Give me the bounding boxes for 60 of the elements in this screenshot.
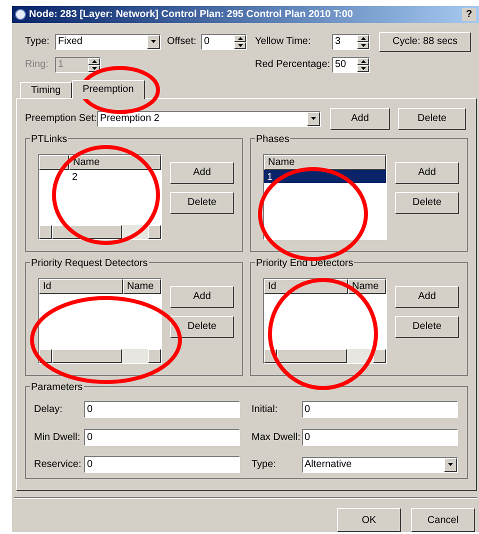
text-field[interactable]: 0 <box>302 428 458 446</box>
dropdown[interactable]: Preemption 2 <box>97 110 321 127</box>
button[interactable]: Add <box>330 108 390 130</box>
help-button[interactable]: ? <box>462 8 476 21</box>
column-header[interactable]: Name <box>348 278 386 294</box>
field-label: Type: <box>25 35 50 50</box>
column-header[interactable]: Name <box>69 154 161 170</box>
spinner-field[interactable]: 50 <box>332 56 370 73</box>
field-label: Ring: <box>25 58 50 72</box>
list-view[interactable]: Name 2 <box>38 154 162 240</box>
button[interactable]: Add <box>170 286 234 308</box>
field-label: Min Dwell: <box>34 430 82 444</box>
button[interactable]: Add <box>170 162 234 184</box>
dropdown[interactable]: Alternative <box>302 456 458 473</box>
column-header[interactable] <box>39 154 69 170</box>
horizontal-scrollbar[interactable] <box>264 348 386 363</box>
tab[interactable]: Preemption <box>72 80 145 99</box>
list-view[interactable]: Id Name <box>38 278 162 364</box>
button[interactable]: Cycle: 88 secs <box>379 32 471 52</box>
spinner-field[interactable]: 3 <box>332 34 370 50</box>
spinner-field[interactable]: 0 <box>201 34 247 50</box>
dropdown[interactable]: Fixed <box>55 34 161 50</box>
field-label: Offset: <box>167 35 198 50</box>
text-field[interactable]: 0 <box>84 456 240 474</box>
button[interactable]: Delete <box>395 192 459 214</box>
list-view[interactable]: Id Name <box>263 278 387 364</box>
field-label: Initial: <box>252 402 279 417</box>
text-field[interactable]: 0 <box>84 400 240 418</box>
button[interactable]: Add <box>395 286 459 308</box>
list-view[interactable]: Name 1 <box>263 154 387 240</box>
button[interactable]: Delete <box>395 316 459 338</box>
button[interactable]: Delete <box>398 108 466 130</box>
field-label: Reservice: <box>34 458 82 472</box>
field-label: Max Dwell: <box>252 430 302 444</box>
horizontal-scrollbar[interactable] <box>39 348 161 363</box>
spinner-field: 1 <box>55 56 101 73</box>
app-icon <box>15 8 26 20</box>
button[interactable]: Delete <box>170 192 234 214</box>
column-header[interactable]: Id <box>39 278 123 294</box>
field-label: Preemption Set: <box>25 112 97 126</box>
text-field[interactable]: 0 <box>302 400 458 418</box>
button[interactable]: Add <box>395 162 459 184</box>
tab[interactable]: Timing <box>20 82 72 98</box>
column-header[interactable]: Name <box>123 278 161 294</box>
text-field[interactable]: 0 <box>84 428 240 446</box>
field-label: Type: <box>252 458 277 472</box>
field-label: Yellow Time: <box>255 35 312 50</box>
spinner-arrows-icon[interactable] <box>357 58 369 72</box>
button[interactable]: OK <box>337 508 401 532</box>
field-label: Red Percentage: <box>255 58 332 72</box>
button[interactable]: Cancel <box>411 508 475 532</box>
spinner-arrows-icon[interactable] <box>234 34 246 49</box>
group-title: Priority Request Detectors <box>30 256 149 271</box>
field-label: Delay: <box>34 402 64 417</box>
list-item[interactable]: 2 <box>69 170 161 183</box>
column-header[interactable]: Name <box>264 154 386 170</box>
button[interactable]: Delete <box>170 316 234 338</box>
spinner-arrows-icon[interactable] <box>357 34 369 49</box>
spinner-arrows-icon <box>88 58 100 72</box>
window-title: Node: 283 [Layer: Network] Control Plan: 295 Control Plan 2010 T:00 <box>29 8 354 22</box>
